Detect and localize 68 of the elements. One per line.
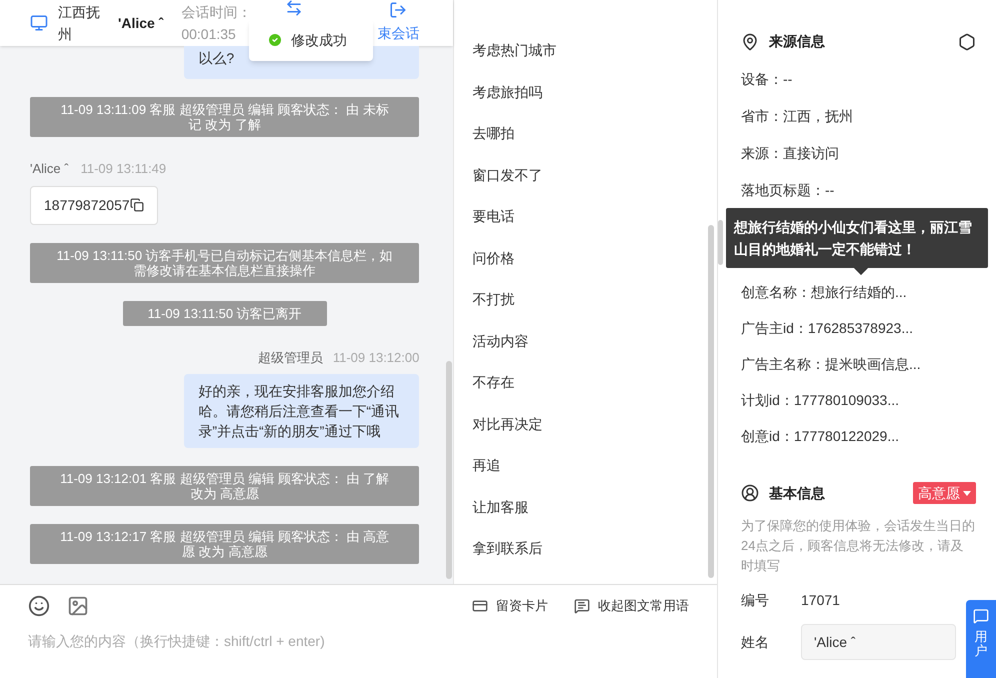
info-field: 创意名称：想旅行结婚的... <box>741 282 976 302</box>
system-notice: 11-09 13:11:09 客服 超级管理员 编辑 顾客状态： 由 未标记 改为 了解 <box>30 97 420 137</box>
phone-number: 18779872057 <box>44 196 130 214</box>
phrase-item[interactable]: 活动内容 <box>472 320 717 362</box>
visitor-name: 'Alice ˆ <box>118 14 164 32</box>
location-pin-icon <box>741 32 759 50</box>
transfer-icon[interactable] <box>285 0 304 17</box>
monitor-icon <box>30 14 48 32</box>
session-time-label: 会话时间： <box>181 3 252 22</box>
card-icon <box>472 598 488 614</box>
field-value: 17071 <box>801 591 840 610</box>
message-icon <box>574 598 590 614</box>
message-bubble: 好的亲，现在安排客服加您介绍哈。请您稍后注意查看一下“通讯录”并点击“新的朋友”通过下哦 <box>184 374 420 448</box>
phrase-item[interactable]: 问价格 <box>472 238 717 279</box>
field-label: 编号 <box>741 591 770 610</box>
settings-icon[interactable] <box>958 32 976 50</box>
info-field: 来源：直接访问 <box>741 143 976 163</box>
phrase-item[interactable]: 去哪拍 <box>472 113 717 154</box>
section-title: 来源信息 <box>769 32 825 51</box>
phrase-item[interactable]: 对比再决定 <box>472 404 717 445</box>
message-time: 11-09 13:11:49 <box>80 160 166 178</box>
info-field: 广告主id：176285378923... <box>741 318 976 338</box>
end-session-button[interactable]: 束会话 <box>377 22 420 44</box>
feedback-label: 用户 <box>974 630 988 659</box>
scrollbar[interactable] <box>446 361 452 579</box>
phrase-item[interactable]: 让加客服 <box>472 486 717 528</box>
phrase-item[interactable]: 拿到联系后 <box>472 528 717 570</box>
info-field: 设备：-- <box>741 69 976 89</box>
name-input[interactable]: 'Alice ˆ <box>801 624 956 660</box>
system-notice: 11-09 13:12:01 客服 超级管理员 编辑 顾客状态： 由 了解改为 高意愿 <box>30 466 420 506</box>
system-notice: 11-09 13:12:17 客服 超级管理员 编辑 顾客状态： 由 高意愿 改为 高意愿 <box>30 524 420 564</box>
sender-name: 'Alice ˆ <box>30 160 69 178</box>
sender-name: 超级管理员 <box>258 348 323 366</box>
info-field: 创意id：177780122029... <box>741 426 976 446</box>
info-field: 计划id：177780109033... <box>741 390 976 410</box>
system-notice: 11-09 13:11:50 访客手机号已自动标记右侧基本信息栏，如需修改请在基本信息栏直接操作 <box>30 242 420 282</box>
copy-icon[interactable] <box>130 198 144 212</box>
session-time: 00:01:35 <box>181 25 237 44</box>
phrase-item[interactable]: 窗口发不了 <box>472 154 717 196</box>
feedback-tab[interactable]: 用户 <box>966 600 996 678</box>
field-label: 姓名 <box>741 632 770 652</box>
info-field: 广告主名称：提米映画信息... <box>741 354 976 374</box>
phrase-item[interactable]: 考虑热门城市 <box>472 30 717 72</box>
phrase-item[interactable]: 要电话 <box>472 196 717 238</box>
message-time: 11-09 13:12:00 <box>332 348 420 366</box>
section-title: 基本信息 <box>769 484 825 502</box>
visitor-location: 江西抚州 <box>58 3 101 44</box>
phrase-item[interactable]: 再追 <box>472 445 717 486</box>
success-icon <box>267 32 283 48</box>
phrase-item[interactable]: 不存在 <box>472 362 717 404</box>
image-icon[interactable] <box>67 595 89 617</box>
status-dropdown[interactable]: 高意愿 <box>913 482 976 504</box>
system-notice: 11-09 13:11:50 访客已离开 <box>122 300 327 326</box>
toolbar-button[interactable]: 收起图文常用语 <box>574 596 689 616</box>
message-input[interactable]: 请输入您的内容（换行快捷键：shift/ctrl + enter) <box>28 631 428 652</box>
scrollbar[interactable] <box>718 220 723 265</box>
notice-text: 为了保障您的使用体验，会话发生当日的24点之后，顾客信息将无法修改，请及时填写 <box>741 517 976 575</box>
toolbar-button[interactable]: 留资卡片 <box>472 596 548 616</box>
scrollbar[interactable] <box>708 225 714 578</box>
user-icon <box>741 484 759 502</box>
info-field: 落地页标题：-- <box>741 180 976 200</box>
phrase-item[interactable]: 不打扰 <box>472 279 717 320</box>
chat-icon <box>973 608 989 624</box>
emoji-icon[interactable] <box>28 595 50 617</box>
exit-icon[interactable] <box>389 0 408 18</box>
phrase-item[interactable]: 考虑旅拍吗 <box>472 72 717 113</box>
info-field: 省市：江西，抚州 <box>741 106 976 126</box>
caret-icon <box>963 490 971 496</box>
